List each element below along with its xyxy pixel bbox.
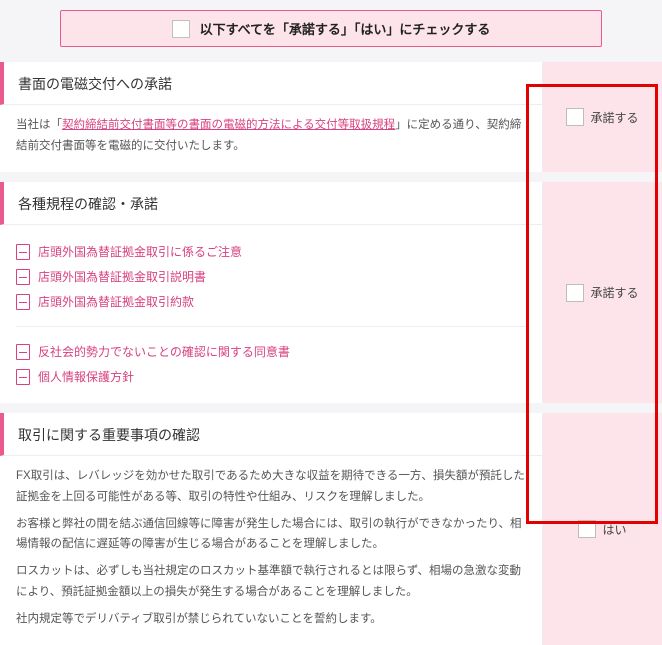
section-important: 取引に関する重要事項の確認 FX取引は、レバレッジを効かせた取引であるため大きな… xyxy=(0,413,662,645)
doc-link[interactable]: 店頭外国為替証拠金取引説明書 xyxy=(16,264,526,289)
yes-box[interactable]: はい xyxy=(542,413,662,645)
pdf-icon xyxy=(16,294,30,310)
para: お客様と弊社の間を結ぶ通信回線等に障害が発生した場合には、取引の執行ができなかっ… xyxy=(0,514,542,561)
check-all-bar[interactable]: 以下すべてを「承諾する」「はい」にチェックする xyxy=(60,10,602,47)
yes-label: はい xyxy=(602,521,626,538)
section-body: 当社は「契約締結前交付書面等の書面の電磁的方法による交付等取扱規程」に定める通り… xyxy=(0,115,542,162)
pdf-icon xyxy=(16,369,30,385)
doc-link[interactable]: 反社会的勢力でないことの確認に関する同意書 xyxy=(16,339,526,364)
doc-link[interactable]: 店頭外国為替証拠金取引に係るご注意 xyxy=(16,239,526,264)
check-all-label: 以下すべてを「承諾する」「はい」にチェックする xyxy=(200,19,491,38)
pdf-icon xyxy=(16,244,30,260)
section-electronic-delivery: 書面の電磁交付への承諾 当社は「契約締結前交付書面等の書面の電磁的方法による交付… xyxy=(0,62,662,172)
approve-checkbox[interactable] xyxy=(566,284,584,302)
approve-box[interactable]: 承諾する xyxy=(542,62,662,172)
divider xyxy=(16,326,526,327)
para: FX取引は、レバレッジを効かせた取引であるため大きな収益を期待できる一方、損失額… xyxy=(0,466,542,513)
check-all-checkbox[interactable] xyxy=(172,20,190,38)
approve-box[interactable]: 承諾する xyxy=(542,182,662,403)
doc-label: 個人情報保護方針 xyxy=(38,368,134,385)
doc-label: 店頭外国為替証拠金取引説明書 xyxy=(38,268,206,285)
approve-label: 承諾する xyxy=(590,284,638,301)
doc-link[interactable]: 個人情報保護方針 xyxy=(16,364,526,389)
para: 社内規定等でデリバティブ取引が禁じられていないことを誓約します。 xyxy=(0,609,542,636)
section-title: 各種規程の確認・承諾 xyxy=(0,182,542,225)
para: ロスカットは、必ずしも当社規定のロスカット基準額で執行されるとは限らず、相場の急… xyxy=(0,561,542,608)
section-title: 取引に関する重要事項の確認 xyxy=(0,413,542,456)
doc-list-b: 反社会的勢力でないことの確認に関する同意書 個人情報保護方針 xyxy=(0,335,542,393)
doc-list-a: 店頭外国為替証拠金取引に係るご注意 店頭外国為替証拠金取引説明書 店頭外国為替証… xyxy=(0,235,542,318)
section-regulations: 各種規程の確認・承諾 店頭外国為替証拠金取引に係るご注意 店頭外国為替証拠金取引… xyxy=(0,182,662,403)
doc-label: 反社会的勢力でないことの確認に関する同意書 xyxy=(38,343,290,360)
pdf-icon xyxy=(16,344,30,360)
doc-link[interactable]: 店頭外国為替証拠金取引約款 xyxy=(16,289,526,314)
pdf-icon xyxy=(16,269,30,285)
approve-checkbox[interactable] xyxy=(566,108,584,126)
regulation-link[interactable]: 契約締結前交付書面等の書面の電磁的方法による交付等取扱規程 xyxy=(62,119,395,131)
doc-label: 店頭外国為替証拠金取引約款 xyxy=(38,293,194,310)
doc-label: 店頭外国為替証拠金取引に係るご注意 xyxy=(38,243,242,260)
approve-label: 承諾する xyxy=(590,109,638,126)
section-title: 書面の電磁交付への承諾 xyxy=(0,62,542,105)
text: 当社は「 xyxy=(16,119,62,131)
